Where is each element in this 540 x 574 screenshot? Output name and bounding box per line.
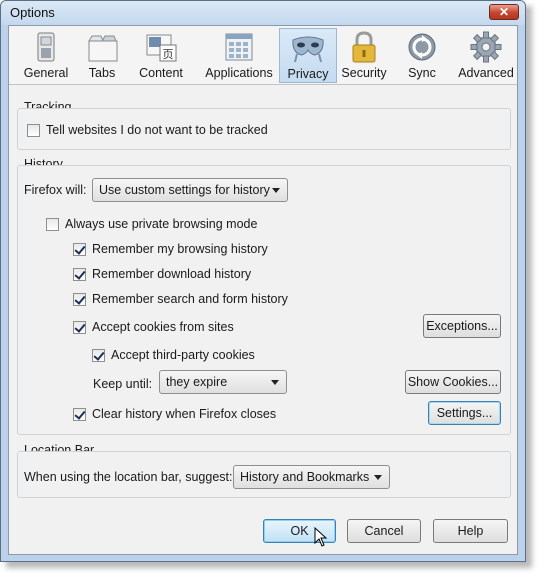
remember-download-checkbox[interactable] [73, 268, 86, 281]
title-bar[interactable]: Options ✕ [1, 1, 525, 25]
accept-cookies-label: Accept cookies from sites [92, 320, 234, 334]
remember-browsing-label: Remember my browsing history [92, 242, 268, 256]
tab-privacy[interactable]: Privacy [279, 28, 337, 83]
location-suggest-dropdown[interactable]: History and Bookmarks [233, 465, 390, 489]
tab-applications[interactable]: Applications [197, 28, 281, 83]
history-mode-dropdown[interactable]: Use custom settings for history [92, 178, 288, 202]
category-toolbar: General Tabs 页 Content Applications Priv… [9, 26, 517, 85]
options-window: Options ✕ General Tabs 页 Content Applica… [0, 0, 526, 562]
remember-search-label: Remember search and form history [92, 292, 288, 306]
close-button[interactable]: ✕ [489, 4, 519, 20]
tab-privacy-label: Privacy [287, 67, 329, 81]
third-party-cookies-label: Accept third-party cookies [111, 348, 255, 362]
applications-icon [225, 33, 253, 61]
chevron-down-icon [272, 188, 280, 193]
do-not-track-checkbox[interactable] [27, 124, 40, 137]
keep-until-label: Keep until: [93, 377, 153, 391]
location-suggest-value: History and Bookmarks [240, 470, 370, 484]
third-party-cookies-checkbox[interactable] [92, 349, 105, 362]
keep-until-dropdown[interactable]: they expire [159, 370, 287, 394]
general-icon [37, 32, 55, 62]
accept-cookies-checkbox[interactable] [73, 321, 86, 334]
private-browsing-checkbox[interactable] [46, 218, 59, 231]
tab-security[interactable]: Security [339, 28, 389, 83]
tab-general-label: General [23, 66, 69, 80]
tab-sync-label: Sync [408, 66, 436, 80]
content-icon: 页 [146, 34, 177, 62]
tab-tabs[interactable]: Tabs [77, 28, 127, 83]
remember-browsing-checkbox[interactable] [73, 243, 86, 256]
chevron-down-icon [271, 380, 279, 385]
privacy-mask-icon [292, 36, 324, 63]
keep-until-value: they expire [166, 375, 228, 389]
show-cookies-button[interactable]: Show Cookies... [405, 370, 501, 394]
padlock-icon [352, 31, 376, 63]
settings-button[interactable]: Settings... [428, 401, 501, 425]
location-suggest-label: When using the location bar, suggest: [24, 470, 233, 484]
tab-content-label: Content [139, 66, 183, 80]
mouse-cursor-icon [314, 527, 328, 547]
options-client-area: General Tabs 页 Content Applications Priv… [8, 25, 518, 555]
svg-text:页: 页 [163, 48, 174, 61]
tab-general[interactable]: General [15, 28, 77, 83]
remember-search-checkbox[interactable] [73, 293, 86, 306]
do-not-track-label: Tell websites I do not want to be tracke… [46, 123, 268, 137]
chevron-down-icon [374, 475, 382, 480]
remember-download-label: Remember download history [92, 267, 252, 281]
sync-icon [408, 33, 436, 61]
tabs-icon [88, 35, 118, 62]
tab-content[interactable]: 页 Content [131, 28, 191, 83]
tab-tabs-label: Tabs [88, 66, 116, 80]
tab-sync[interactable]: Sync [397, 28, 447, 83]
tab-advanced[interactable]: Advanced [455, 28, 517, 83]
cancel-button[interactable]: Cancel [347, 519, 421, 543]
tab-security-label: Security [341, 66, 387, 80]
tab-advanced-label: Advanced [458, 66, 514, 80]
firefox-will-label: Firefox will: [24, 183, 87, 197]
history-mode-value: Use custom settings for history [99, 183, 270, 197]
gear-icon [470, 31, 502, 63]
exceptions-button[interactable]: Exceptions... [423, 314, 501, 338]
private-browsing-label: Always use private browsing mode [65, 217, 258, 231]
help-button[interactable]: Help [433, 519, 508, 543]
tab-applications-label: Applications [205, 66, 273, 80]
clear-history-label: Clear history when Firefox closes [92, 407, 277, 421]
clear-history-checkbox[interactable] [73, 408, 86, 421]
window-title: Options [10, 5, 55, 20]
